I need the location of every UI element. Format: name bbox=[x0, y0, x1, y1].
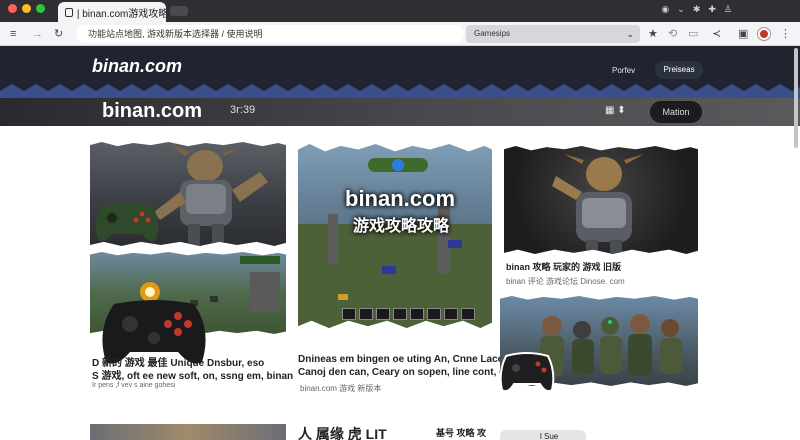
browser-window: | binan.com游戏攻略 ◉ ⌄ ✱ ✚ ♙ ≡ → ↻ 功能站点地图, … bbox=[0, 0, 800, 440]
page-scrollbar[interactable] bbox=[794, 48, 798, 148]
strategy-map-icon bbox=[298, 158, 492, 328]
back-icon[interactable]: → bbox=[32, 27, 43, 41]
game-hud bbox=[342, 308, 490, 322]
lock-icon[interactable]: ▭ bbox=[688, 27, 698, 41]
site-logo-large[interactable]: binan.com bbox=[102, 100, 202, 123]
article-heading[interactable]: 人 属缘 虎 LIT bbox=[298, 424, 387, 440]
article-meta: 基号 攻略 攻 bbox=[436, 428, 487, 438]
reload-icon[interactable]: ↻ bbox=[54, 27, 63, 41]
browser-toolbar: ≡ → ↻ 功能站点地图, 游戏新版本选择器 / 使用说明 Gamesips ⌄… bbox=[0, 22, 800, 46]
banner-time: 3r:39 bbox=[230, 104, 256, 116]
article-caption[interactable]: S 游戏, oft ee new soft, on, ssng em, bina… bbox=[92, 367, 293, 382]
chevron-down-icon: ⌄ bbox=[626, 29, 634, 39]
site-banner: binan.com 3r:39 ▦ ⬍ Mation bbox=[0, 98, 800, 126]
warrior-figure-icon bbox=[552, 154, 644, 254]
gamepad-small-icon bbox=[499, 352, 555, 393]
new-tab-button[interactable] bbox=[170, 6, 188, 16]
tab-title: | binan.com游戏攻略 bbox=[76, 8, 166, 20]
user-avatar[interactable] bbox=[758, 28, 770, 40]
address-bar[interactable]: 功能站点地图, 游戏新版本选择器 / 使用说明 bbox=[76, 25, 464, 43]
search-input[interactable]: Gamesips ⌄ bbox=[466, 25, 640, 43]
article-caption[interactable]: Dnineas em bingen oe uting An, Cnne Lace bbox=[298, 354, 503, 365]
featured-article-card[interactable] bbox=[298, 144, 492, 328]
site-logo[interactable]: binan.com bbox=[92, 56, 182, 77]
chevron-down-icon[interactable]: ⌄ bbox=[677, 4, 685, 15]
article-caption[interactable]: Canoj den can, Ceary on sopen, line cont… bbox=[298, 367, 532, 378]
maximize-window-button[interactable] bbox=[36, 4, 45, 13]
nav-item-porfev[interactable]: Porfev bbox=[612, 66, 635, 75]
featured-subtitle: 游戏攻略攻略 bbox=[353, 218, 450, 235]
minimize-window-button[interactable] bbox=[22, 4, 31, 13]
profile-icon[interactable]: ◉ bbox=[661, 4, 669, 15]
site-header: binan.com Porfev Preiseas bbox=[0, 46, 800, 98]
account-icon[interactable]: ♙ bbox=[724, 4, 732, 15]
history-icon[interactable]: ⟲ bbox=[668, 27, 677, 41]
filter-chip[interactable]: l Sue bbox=[500, 430, 586, 440]
nav-item-preiseas[interactable]: Preiseas bbox=[655, 61, 703, 79]
grid-view-icon[interactable]: ▦ ⬍ bbox=[605, 105, 626, 116]
tab-strip: | binan.com游戏攻略 ◉ ⌄ ✱ ✚ ♙ bbox=[0, 0, 800, 22]
share-icon[interactable]: ≺ bbox=[712, 27, 721, 41]
gamepad-icon bbox=[95, 203, 159, 242]
tab-active[interactable]: | binan.com游戏攻略 bbox=[58, 2, 166, 22]
sidebar-icon[interactable]: ▣ bbox=[738, 27, 748, 41]
banner-button[interactable]: Mation bbox=[650, 101, 702, 123]
zigzag-border bbox=[0, 84, 800, 98]
bookmark-star-icon[interactable]: ★ bbox=[648, 27, 658, 41]
extensions-icon[interactable]: ✚ bbox=[708, 4, 716, 15]
close-window-button[interactable] bbox=[8, 4, 17, 13]
menu-icon[interactable]: ≡ bbox=[10, 27, 16, 41]
article-heading[interactable]: binan 攻略 玩家的 游戏 旧版 bbox=[506, 260, 621, 273]
page-icon bbox=[65, 7, 73, 17]
article-source: binan 评论 游戏论坛 Dinose. com bbox=[506, 277, 625, 286]
featured-title: binan.com 游戏攻略攻略 bbox=[345, 186, 455, 236]
article-card-warrior[interactable] bbox=[504, 146, 698, 254]
article-source: binan.com 游戏 新版本 bbox=[300, 384, 382, 393]
article-card-bottom[interactable] bbox=[90, 424, 286, 440]
tab-strip-actions: ◉ ⌄ ✱ ✚ ♙ bbox=[661, 4, 732, 15]
article-meta: Ir pens ,f vev s aine gohesi bbox=[92, 382, 176, 389]
article-card-creature[interactable] bbox=[90, 142, 286, 246]
search-value: Gamesips bbox=[474, 29, 511, 38]
more-menu-icon[interactable]: ⋮ bbox=[780, 27, 791, 41]
settings-icon[interactable]: ✱ bbox=[693, 4, 701, 15]
featured-title-text: binan.com bbox=[345, 186, 456, 211]
